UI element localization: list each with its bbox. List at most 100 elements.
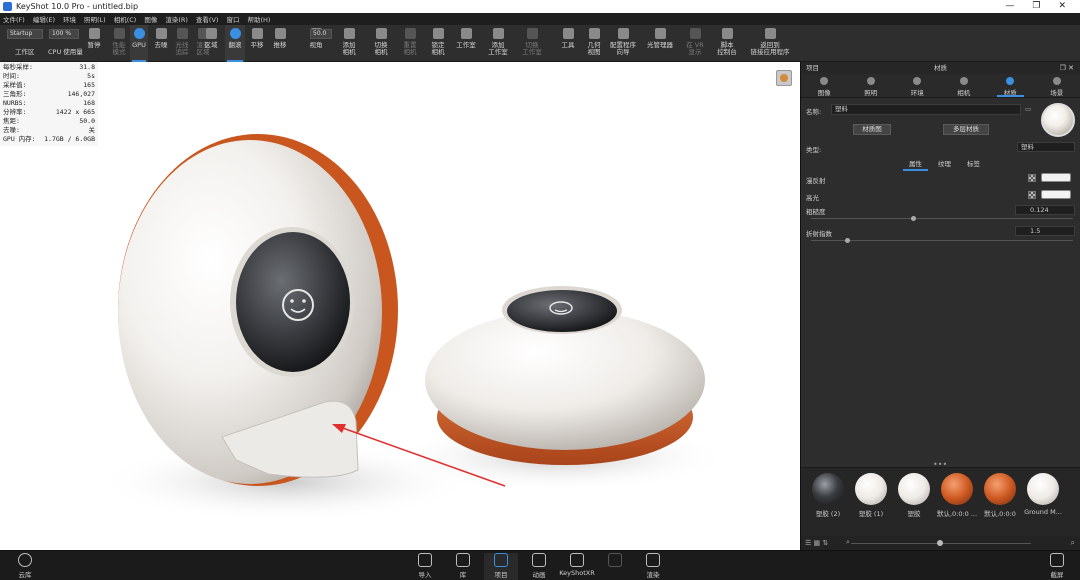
tab-2[interactable]: 环境 xyxy=(894,74,941,97)
ribbon-button-5[interactable]: 区域 xyxy=(201,25,221,62)
ribbon-button-14[interactable]: 工作室 xyxy=(453,25,479,62)
ribbon-button-20[interactable]: 光管理器 xyxy=(642,25,678,62)
ribbon-button-3[interactable]: 光线 追踪 xyxy=(172,25,192,62)
fov-input[interactable]: 50.0 xyxy=(310,29,332,39)
bottom-button-4[interactable]: KeyShotXR xyxy=(559,553,595,580)
screenshot-button[interactable]: 截屏 xyxy=(1040,553,1074,580)
close-button[interactable]: ✕ xyxy=(1058,0,1066,13)
ior-slider-knob[interactable] xyxy=(845,238,851,243)
ribbon-button-21[interactable]: 在 VR 显示 xyxy=(684,25,706,62)
ribbon-button-2[interactable]: 去噪 xyxy=(151,25,171,62)
tab-3[interactable]: 相机 xyxy=(941,74,988,97)
keyshot-logo-icon xyxy=(3,2,12,11)
ribbon-button-13[interactable]: 锁定 相机 xyxy=(426,25,450,62)
ribbon-button-10[interactable]: 添加 相机 xyxy=(336,25,362,62)
material-thumbnail[interactable]: 塑胶 (1) xyxy=(854,473,888,518)
ribbon-tool-icon xyxy=(155,28,167,39)
menu-item-7[interactable]: 查看(V) xyxy=(196,14,219,24)
ribbon-button-12[interactable]: 重置 相机 xyxy=(398,25,422,62)
material-name-field[interactable]: 塑料 xyxy=(831,104,1021,115)
material-type-select[interactable]: 塑料 xyxy=(1017,142,1075,152)
view-toggle-icon[interactable]: ☰ ▦ ⇅ xyxy=(805,539,828,547)
specular-color-swatch[interactable] xyxy=(1041,190,1071,199)
ribbon-button-11[interactable]: 切换 相机 xyxy=(368,25,394,62)
menu-item-0[interactable]: 文件(F) xyxy=(3,14,25,24)
ior-input[interactable]: 1.5 xyxy=(1015,226,1075,236)
material-thumbnail[interactable]: 塑胶 (2) xyxy=(811,473,845,518)
ribbon-button-23[interactable]: 返回到 链接应用程序 xyxy=(745,25,795,62)
tab-1[interactable]: 照明 xyxy=(848,74,895,97)
tab-properties[interactable]: 属性 xyxy=(903,158,928,171)
bottom-button-0[interactable]: 导入 xyxy=(408,553,442,580)
thumb-size-knob[interactable] xyxy=(937,540,943,546)
title-bar: KeyShot 10.0 Pro - untitled.bip — ❐ ✕ xyxy=(0,0,1080,13)
minimize-button[interactable]: — xyxy=(1005,0,1014,13)
menu-item-6[interactable]: 渲染(R) xyxy=(165,14,188,24)
menu-item-5[interactable]: 图像 xyxy=(144,14,157,24)
ribbon-button-18[interactable]: 几何 视图 xyxy=(583,25,605,62)
render-viewport[interactable]: 每秒采样: 31.8 时间: 5s 采样值: 165 三角形: 146,027 NURBS: 16… xyxy=(0,62,800,550)
multi-material-button[interactable]: 多层材质 xyxy=(943,124,989,135)
material-panel: 项目 材质 ❐ ✕ 图像 照明 环境 相机 材质 场景 名称: 塑料 ▭ 材质图 多层材质… xyxy=(800,62,1080,550)
window-controls: — ❐ ✕ xyxy=(1005,0,1080,13)
tab-labels[interactable]: 标签 xyxy=(967,158,980,168)
roughness-slider-track[interactable] xyxy=(811,218,1073,219)
ribbon-button-19[interactable]: 配置程序 向导 xyxy=(608,25,638,62)
ribbon-button-17[interactable]: 工具 xyxy=(558,25,578,62)
ribbon-button-22[interactable]: 脚本 控制台 xyxy=(714,25,740,62)
panel-controls[interactable]: ❐ ✕ xyxy=(1060,62,1074,74)
ribbon-tool-icon xyxy=(432,28,444,39)
window-title: KeyShot 10.0 Pro - untitled.bip xyxy=(16,2,139,11)
ribbon-button-0[interactable]: 性能 模式 xyxy=(109,25,129,62)
workspace-select[interactable]: Startup xyxy=(7,29,43,39)
roughness-slider-knob[interactable] xyxy=(910,216,916,221)
tab-0[interactable]: 图像 xyxy=(801,74,848,97)
material-thumbnail[interactable]: 默认,0:0:0 xyxy=(983,473,1017,518)
cpu-usage-select[interactable]: 100 % xyxy=(49,29,79,39)
tab-4[interactable]: 材质 xyxy=(987,74,1034,97)
menu-item-8[interactable]: 窗口 xyxy=(226,14,239,24)
ribbon-tool-icon xyxy=(617,28,629,39)
maximize-button[interactable]: ❐ xyxy=(1032,0,1040,13)
ribbon-button-16[interactable]: 切换 工作室 xyxy=(517,25,547,62)
bottom-button-1[interactable]: 库 xyxy=(446,553,480,580)
pause-button[interactable]: 暂停 xyxy=(84,25,104,62)
diffuse-color-swatch[interactable] xyxy=(1041,173,1071,182)
ribbon-button-1[interactable]: GPU xyxy=(130,25,148,62)
bottom-button-6[interactable]: 渲染 xyxy=(636,553,670,580)
ribbon-button-15[interactable]: 添加 工作室 xyxy=(484,25,512,62)
material-thumbnail[interactable]: 默认,0:0:0 ... xyxy=(937,473,977,518)
bottom-button-2[interactable]: 项目 xyxy=(484,553,518,580)
bottom-button-3[interactable]: 动画 xyxy=(522,553,556,580)
ribbon-button-7[interactable]: 平移 xyxy=(247,25,267,62)
menu-item-3[interactable]: 照明(L) xyxy=(84,14,106,24)
menu-item-9[interactable]: 帮助(H) xyxy=(247,14,270,24)
roughness-input[interactable]: 0.124 xyxy=(1015,205,1075,215)
menu-item-4[interactable]: 相机(C) xyxy=(114,14,137,24)
ribbon-button-6[interactable]: 翻滚 xyxy=(225,25,245,62)
material-thumbnail[interactable]: 塑胶 xyxy=(897,473,931,518)
drag-handle-icon[interactable]: ••• xyxy=(933,460,947,469)
save-material-icon[interactable]: ▭ xyxy=(1025,105,1031,113)
stat-row: 分辨率: 1422 x 665 xyxy=(3,108,95,117)
specular-texture-icon[interactable] xyxy=(1028,191,1036,199)
menu-item-2[interactable]: 环境 xyxy=(63,14,76,24)
material-thumbnail[interactable]: Ground M... xyxy=(1024,473,1062,516)
diffuse-texture-icon[interactable] xyxy=(1028,174,1036,182)
ribbon-button-8[interactable]: 推移 xyxy=(270,25,290,62)
viewport-render-preview-icon[interactable] xyxy=(776,70,792,86)
ribbon-tool-icon xyxy=(492,28,504,39)
type-label: 类型: xyxy=(806,146,822,154)
material-graph-button[interactable]: 材质图 xyxy=(853,124,891,135)
zoom-out-icon[interactable]: ⌕ xyxy=(846,538,850,547)
ior-slider-track[interactable] xyxy=(811,240,1073,241)
stat-label: 采样值: xyxy=(3,81,27,89)
material-preview-ball[interactable] xyxy=(1041,103,1075,137)
cloud-library-button[interactable]: 云库 xyxy=(8,553,42,580)
bottom-button-5[interactable] xyxy=(598,553,632,580)
stat-label: 每秒采样: xyxy=(3,63,33,71)
zoom-in-icon[interactable]: ⌕ xyxy=(1071,538,1075,548)
tab-5[interactable]: 场景 xyxy=(1034,74,1080,97)
menu-item-1[interactable]: 编辑(E) xyxy=(33,14,55,24)
tab-textures[interactable]: 纹理 xyxy=(938,158,951,168)
